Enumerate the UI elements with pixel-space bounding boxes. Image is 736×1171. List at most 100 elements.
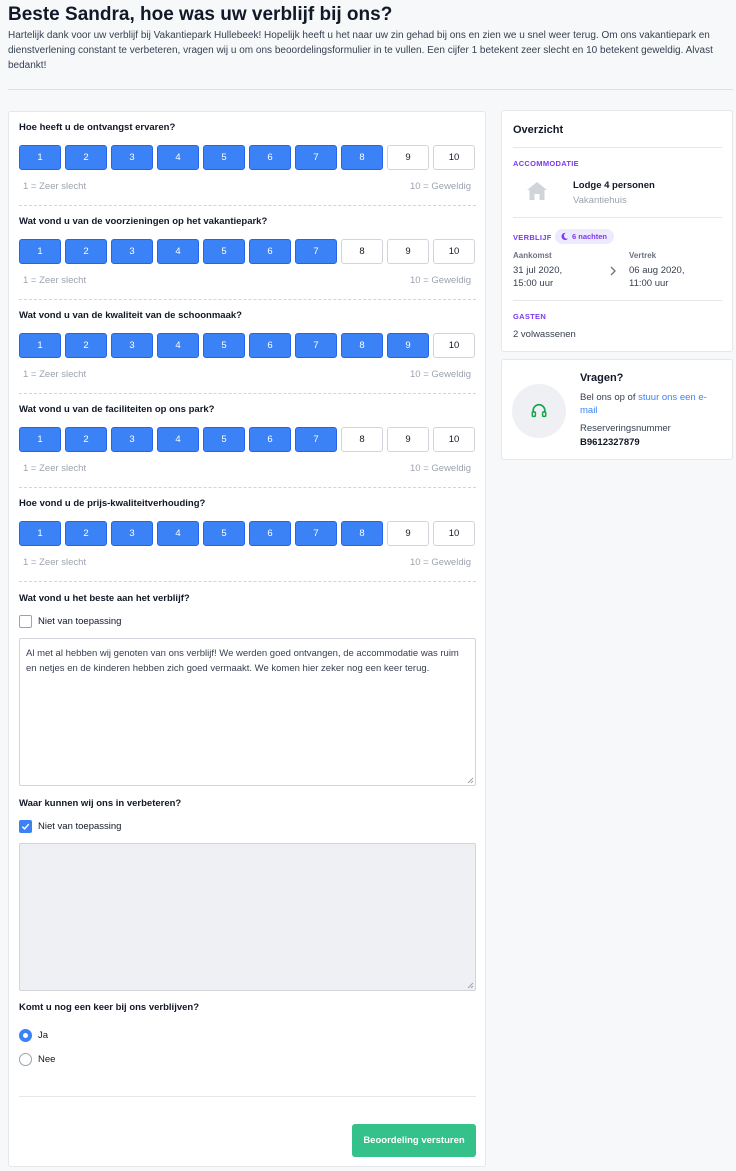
rating-scale-3: 1 2 3 4 5 6 7 8 9 10	[19, 333, 476, 358]
rating-button-6[interactable]: 6	[249, 427, 291, 452]
rating-button-2[interactable]: 2	[65, 333, 107, 358]
accommodation-name: Lodge 4 personen	[573, 180, 655, 191]
radio-ja[interactable]	[19, 1029, 32, 1042]
rating-button-8[interactable]: 8	[341, 239, 383, 264]
rating-button-10[interactable]: 10	[433, 145, 475, 170]
rating-button-6[interactable]: 6	[249, 521, 291, 546]
rating-question-4: Wat vond u van de faciliteiten op ons pa…	[19, 404, 215, 415]
rating-button-5[interactable]: 5	[203, 333, 245, 358]
guests-label: GASTEN	[513, 312, 547, 321]
rating-button-10[interactable]: 10	[433, 521, 475, 546]
rating-button-2[interactable]: 2	[65, 239, 107, 264]
best-not-applicable-checkbox[interactable]	[19, 615, 32, 628]
rating-button-10[interactable]: 10	[433, 427, 475, 452]
help-card: Vragen? Bel ons op of stuur ons een e-ma…	[501, 359, 733, 460]
rating-button-6[interactable]: 6	[249, 333, 291, 358]
rating-scale-5: 1 2 3 4 5 6 7 8 9 10	[19, 521, 476, 546]
accommodation-label: ACCOMMODATIE	[513, 159, 579, 168]
scale-high-label: 10 = Geweldig	[410, 275, 471, 286]
improve-not-applicable-label: Niet van toepassing	[38, 821, 122, 832]
house-icon	[527, 182, 547, 200]
rating-scale-4: 1 2 3 4 5 6 7 8 9 10	[19, 427, 476, 452]
rating-question-2: Wat vond u van de voorzieningen op het v…	[19, 216, 268, 227]
divider	[513, 300, 722, 301]
rating-button-3[interactable]: 3	[111, 239, 153, 264]
rating-button-7[interactable]: 7	[295, 239, 337, 264]
rating-button-4[interactable]: 4	[157, 145, 199, 170]
rating-button-5[interactable]: 5	[203, 521, 245, 546]
rating-button-9[interactable]: 9	[387, 239, 429, 264]
dotted-divider	[19, 299, 476, 300]
improve-not-applicable-checkbox[interactable]	[19, 820, 32, 833]
rating-button-4[interactable]: 4	[157, 333, 199, 358]
rating-button-8[interactable]: 8	[341, 333, 383, 358]
rating-button-1[interactable]: 1	[19, 239, 61, 264]
rating-button-3[interactable]: 3	[111, 521, 153, 546]
overview-title: Overzicht	[513, 124, 564, 136]
rating-button-9[interactable]: 9	[387, 521, 429, 546]
resize-handle-icon[interactable]	[466, 776, 474, 784]
rating-button-7[interactable]: 7	[295, 427, 337, 452]
form-divider	[19, 1096, 476, 1097]
intro-text: Hartelijk dank voor uw verblijf bij Vaka…	[8, 30, 713, 71]
rating-question-3: Wat vond u van de kwaliteit van de schoo…	[19, 310, 242, 321]
rating-button-7[interactable]: 7	[295, 333, 337, 358]
rating-button-9[interactable]: 9	[387, 333, 429, 358]
resize-handle-icon[interactable]	[466, 981, 474, 989]
rating-button-10[interactable]: 10	[433, 333, 475, 358]
rating-button-8[interactable]: 8	[341, 521, 383, 546]
best-not-applicable[interactable]: Niet van toepassing	[19, 615, 121, 628]
radio-nee[interactable]	[19, 1053, 32, 1066]
rating-button-5[interactable]: 5	[203, 145, 245, 170]
rating-button-2[interactable]: 2	[65, 145, 107, 170]
rating-scale-1: 1 2 3 4 5 6 7 8 9 10	[19, 145, 476, 170]
best-textarea[interactable]: Al met al hebben wij genoten van ons ver…	[19, 638, 476, 786]
rating-button-6[interactable]: 6	[249, 239, 291, 264]
rating-button-10[interactable]: 10	[433, 239, 475, 264]
radio-nee-label: Nee	[38, 1054, 56, 1065]
help-text-prefix: Bel ons op of	[580, 392, 639, 403]
page-title: Beste Sandra, hoe was uw verblijf bij on…	[8, 4, 393, 25]
dotted-divider	[19, 581, 476, 582]
moon-icon	[561, 232, 569, 241]
rating-button-4[interactable]: 4	[157, 521, 199, 546]
radio-option-nee[interactable]: Nee	[19, 1053, 55, 1066]
rating-button-6[interactable]: 6	[249, 145, 291, 170]
review-form: Hoe heeft u de ontvangst ervaren? 1 2 3 4 5 6 7…	[8, 111, 486, 1167]
rating-button-9[interactable]: 9	[387, 145, 429, 170]
checkmark-icon	[21, 823, 30, 830]
rating-button-3[interactable]: 3	[111, 333, 153, 358]
rating-question-1: Hoe heeft u de ontvangst ervaren?	[19, 122, 176, 133]
scale-high-label: 10 = Geweldig	[410, 557, 471, 568]
rating-button-1[interactable]: 1	[19, 333, 61, 358]
rating-button-4[interactable]: 4	[157, 239, 199, 264]
rating-button-7[interactable]: 7	[295, 145, 337, 170]
rating-button-5[interactable]: 5	[203, 427, 245, 452]
rating-button-9[interactable]: 9	[387, 427, 429, 452]
guests-value: 2 volwassenen	[513, 329, 576, 340]
improve-question: Waar kunnen wij ons in verbeteren?	[19, 798, 182, 809]
rating-button-1[interactable]: 1	[19, 521, 61, 546]
chevron-right-icon	[610, 266, 616, 276]
rating-button-4[interactable]: 4	[157, 427, 199, 452]
submit-button[interactable]: Beoordeling versturen	[352, 1124, 476, 1157]
rating-button-3[interactable]: 3	[111, 427, 153, 452]
rating-button-8[interactable]: 8	[341, 427, 383, 452]
help-icon-circle	[512, 384, 566, 438]
rating-button-8[interactable]: 8	[341, 145, 383, 170]
stay-label: VERBLIJF	[513, 233, 552, 242]
rating-button-7[interactable]: 7	[295, 521, 337, 546]
improve-not-applicable[interactable]: Niet van toepassing	[19, 820, 121, 833]
top-divider	[8, 89, 733, 90]
rating-button-1[interactable]: 1	[19, 427, 61, 452]
scale-low-label: 1 = Zeer slecht	[23, 275, 87, 286]
rating-button-2[interactable]: 2	[65, 427, 107, 452]
rating-button-2[interactable]: 2	[65, 521, 107, 546]
improve-textarea[interactable]	[19, 843, 476, 991]
rating-button-5[interactable]: 5	[203, 239, 245, 264]
rating-button-3[interactable]: 3	[111, 145, 153, 170]
help-title: Vragen?	[580, 372, 624, 384]
radio-option-ja[interactable]: Ja	[19, 1029, 48, 1042]
arrival-value: 31 jul 2020, 15:00 uur	[513, 265, 563, 289]
rating-button-1[interactable]: 1	[19, 145, 61, 170]
